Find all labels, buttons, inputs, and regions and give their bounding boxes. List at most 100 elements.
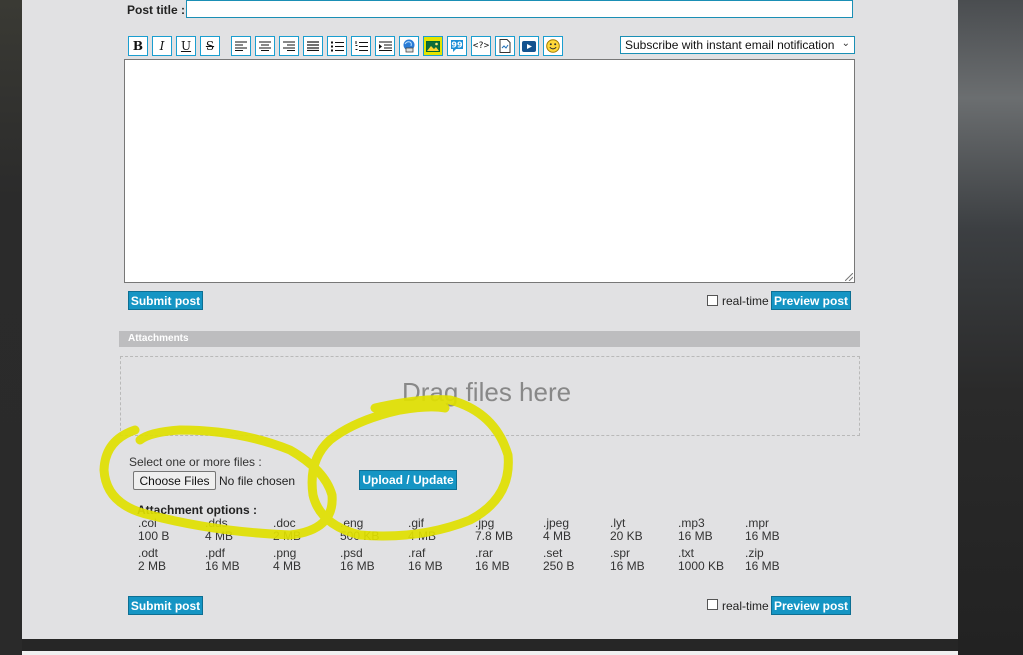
align-justify-icon xyxy=(307,41,319,51)
chevron-down-icon: ⌄ xyxy=(841,38,850,49)
file-size-limit: 500 KB xyxy=(340,529,380,543)
file-size-limit: 16 MB xyxy=(745,529,780,543)
code-icon: <?> xyxy=(472,41,490,51)
bold-button[interactable]: B xyxy=(128,36,148,56)
attachment-option: .jpg 7.8 MB xyxy=(475,517,513,543)
file-size-limit: 16 MB xyxy=(475,559,510,573)
page-bottom-line xyxy=(22,651,958,655)
align-right-button[interactable] xyxy=(279,36,299,56)
italic-button[interactable]: I xyxy=(152,36,172,56)
file-size-limit: 16 MB xyxy=(408,559,443,573)
editor-toolbar: B I U S 99 <?> xyxy=(128,36,563,56)
video-icon xyxy=(522,40,536,52)
spoiler-button[interactable] xyxy=(495,36,515,56)
attachment-option: .mpr 16 MB xyxy=(745,517,780,543)
align-center-icon xyxy=(259,41,271,51)
attachment-option: .doc 2 MB xyxy=(273,517,301,543)
strikethrough-button[interactable]: S xyxy=(200,36,220,56)
file-size-limit: 4 MB xyxy=(543,529,572,543)
file-size-limit: 2 MB xyxy=(138,559,167,573)
attachment-option: .rar 16 MB xyxy=(475,547,510,573)
post-title-input[interactable] xyxy=(186,0,853,18)
underline-button[interactable]: U xyxy=(176,36,196,56)
attachment-option: .odt 2 MB xyxy=(138,547,166,573)
realtime-label-top: real-time xyxy=(722,294,769,308)
smiley-button[interactable] xyxy=(543,36,563,56)
realtime-checkbox-top[interactable] xyxy=(707,295,718,306)
file-size-limit: 4 MB xyxy=(408,529,437,543)
bulleted-list-icon xyxy=(330,41,344,51)
no-file-chosen-text: No file chosen xyxy=(219,474,296,488)
align-justify-button[interactable] xyxy=(303,36,323,56)
video-button[interactable] xyxy=(519,36,539,56)
choose-files-button[interactable]: Choose Files xyxy=(133,471,216,490)
file-size-limit: 16 MB xyxy=(610,559,645,573)
attachment-option: .spr 16 MB xyxy=(610,547,645,573)
align-center-button[interactable] xyxy=(255,36,275,56)
numbered-list-button[interactable] xyxy=(351,36,371,56)
file-size-limit: 16 MB xyxy=(678,529,713,543)
spoiler-icon xyxy=(499,39,511,53)
resize-handle-icon[interactable] xyxy=(845,273,853,281)
message-editor[interactable] xyxy=(124,59,855,283)
realtime-checkbox-bottom[interactable] xyxy=(707,599,718,610)
attachment-option: .pdf 16 MB xyxy=(205,547,240,573)
insert-image-button[interactable] xyxy=(423,36,443,56)
align-right-icon xyxy=(283,41,295,51)
attachment-option: .lyt 20 KB xyxy=(610,517,643,543)
file-size-limit: 16 MB xyxy=(745,559,780,573)
file-size-limit: 2 MB xyxy=(273,529,302,543)
background-left xyxy=(0,0,22,655)
numbered-list-icon xyxy=(355,40,368,51)
preview-post-button-bottom[interactable]: Preview post xyxy=(771,596,851,615)
align-left-button[interactable] xyxy=(231,36,251,56)
bulleted-list-button[interactable] xyxy=(327,36,347,56)
quote-button[interactable]: 99 xyxy=(447,36,467,56)
bold-icon: B xyxy=(132,39,144,53)
file-size-limit: 250 B xyxy=(543,559,575,573)
drag-files-text: Drag files here xyxy=(402,377,572,407)
file-size-limit: 4 MB xyxy=(205,529,234,543)
subscribe-select[interactable]: Subscribe with instant email notificatio… xyxy=(620,36,855,54)
background-right xyxy=(958,0,1023,655)
attachment-option: .eng 500 KB xyxy=(340,517,379,543)
underline-icon: U xyxy=(180,39,192,53)
svg-text:99: 99 xyxy=(451,41,463,50)
submit-post-button-top[interactable]: Submit post xyxy=(128,291,203,310)
attachment-option: .jpeg 4 MB xyxy=(543,517,571,543)
post-title-label: Post title : xyxy=(127,3,186,17)
preview-post-button-top[interactable]: Preview post xyxy=(771,291,851,310)
attachment-option: .col 100 B xyxy=(138,517,169,543)
file-size-limit: 16 MB xyxy=(340,559,375,573)
attachment-option: .psd 16 MB xyxy=(340,547,375,573)
insert-link-button[interactable] xyxy=(399,36,419,56)
file-size-limit: 4 MB xyxy=(273,559,302,573)
italic-icon: I xyxy=(159,39,165,53)
submit-post-button-bottom[interactable]: Submit post xyxy=(128,596,203,615)
smiley-icon xyxy=(546,39,560,53)
attachment-option: .dds 4 MB xyxy=(205,517,233,543)
file-size-limit: 100 B xyxy=(138,529,170,543)
indent-icon xyxy=(378,41,392,51)
quote-icon: 99 xyxy=(451,40,463,52)
insert-image-icon xyxy=(426,40,440,52)
attachment-option: .gif 4 MB xyxy=(408,517,436,543)
attachment-option: .zip 16 MB xyxy=(745,547,780,573)
attachment-option: .png 4 MB xyxy=(273,547,301,573)
attachment-options-label: Attachment options : xyxy=(137,503,257,517)
subscribe-select-value: Subscribe with instant email notificatio… xyxy=(625,38,835,52)
select-files-label: Select one or more files : xyxy=(129,455,262,469)
realtime-label-bottom: real-time xyxy=(722,599,769,613)
file-size-limit: 16 MB xyxy=(205,559,240,573)
attachment-option: .set 250 B xyxy=(543,547,574,573)
indent-button[interactable] xyxy=(375,36,395,56)
attachments-header: Attachments xyxy=(119,331,860,347)
file-size-limit: 7.8 MB xyxy=(475,529,514,543)
upload-update-button[interactable]: Upload / Update xyxy=(359,470,457,490)
attachment-option: .mp3 16 MB xyxy=(678,517,713,543)
file-size-limit: 1000 KB xyxy=(678,559,725,573)
code-button[interactable]: <?> xyxy=(471,36,491,56)
file-size-limit: 20 KB xyxy=(610,529,643,543)
insert-link-icon xyxy=(403,39,415,53)
attachment-option: .txt 1000 KB xyxy=(678,547,724,573)
